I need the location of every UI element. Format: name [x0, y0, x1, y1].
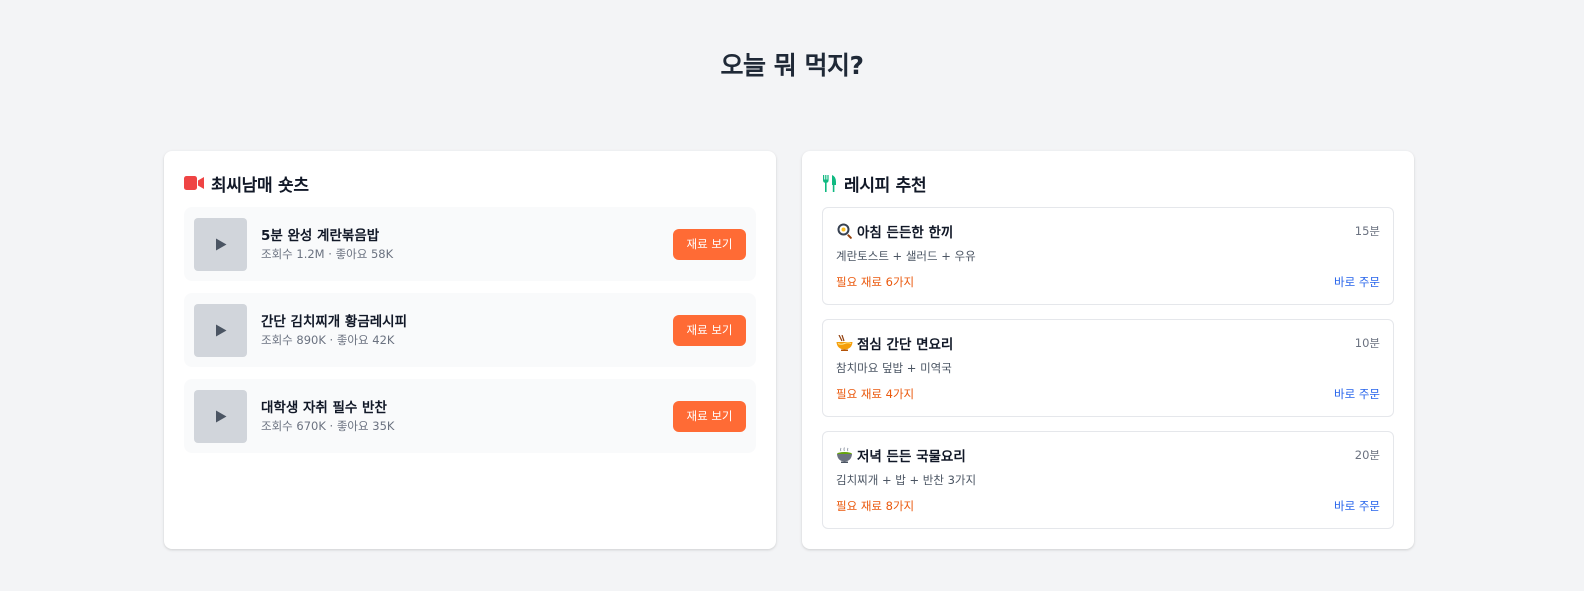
recipe-time: 15분	[1354, 224, 1380, 238]
required-ingredients: 필요 재료 8가지	[836, 499, 915, 513]
recipe-time: 20분	[1354, 448, 1380, 462]
video-thumbnail[interactable]	[194, 303, 247, 357]
video-thumbnail[interactable]	[194, 389, 247, 443]
short-item[interactable]: 5분 완성 계란볶음밥 조회수 1.2M · 좋아요 58K 재료 보기	[184, 207, 756, 281]
recipes-title: 레시피 추천	[844, 175, 927, 196]
play-icon	[215, 238, 226, 250]
recipe-name: 아침 든든한 한끼	[857, 225, 954, 241]
short-item[interactable]: 간단 김치찌개 황금레시피 조회수 890K · 좋아요 42K 재료 보기	[184, 293, 756, 367]
short-meta: 조회수 890K · 좋아요 42K	[261, 332, 395, 347]
video-thumbnail[interactable]	[194, 217, 247, 271]
noodle-bowl-icon	[836, 335, 853, 352]
frying-pan-icon	[836, 223, 853, 240]
recipe-name: 점심 간단 면요리	[857, 337, 954, 353]
recipe-combo: 참치마요 덮밥 + 미역국	[836, 361, 952, 375]
required-ingredients: 필요 재료 6가지	[836, 275, 915, 289]
recipe-combo: 김치찌개 + 밥 + 반찬 3가지	[836, 473, 977, 487]
short-title: 5분 완성 계란볶음밥	[261, 227, 380, 244]
recipe-combo: 계란토스트 + 샐러드 + 우유	[836, 249, 976, 263]
short-meta: 조회수 1.2M · 좋아요 58K	[261, 246, 394, 261]
shorts-header: 최씨남매 숏츠	[184, 172, 756, 196]
recipes-header: 레시피 추천	[822, 172, 1394, 196]
video-camera-icon	[184, 176, 204, 190]
recipes-card: 레시피 추천 아침 든든한 한끼 15분 계란토스트 + 샐러드 + 우유 필요…	[802, 151, 1414, 549]
order-now-link[interactable]: 바로 주문	[1334, 498, 1380, 514]
order-now-link[interactable]: 바로 주문	[1334, 274, 1380, 290]
short-meta: 조회수 670K · 좋아요 35K	[261, 418, 395, 433]
recipe-card[interactable]: 저녁 든든 국물요리 20분 김치찌개 + 밥 + 반찬 3가지 필요 재료 8…	[822, 431, 1394, 529]
short-title: 대학생 자취 필수 반찬	[261, 399, 387, 416]
shorts-title: 최씨남매 숏츠	[211, 175, 309, 196]
stew-pot-icon	[836, 447, 853, 464]
view-ingredients-button[interactable]: 재료 보기	[673, 228, 746, 260]
page-title: 오늘 뭐 먹지?	[720, 51, 864, 80]
recipe-card[interactable]: 아침 든든한 한끼 15분 계란토스트 + 샐러드 + 우유 필요 재료 6가지…	[822, 207, 1394, 305]
recipe-card[interactable]: 점심 간단 면요리 10분 참치마요 덮밥 + 미역국 필요 재료 4가지 바로…	[822, 319, 1394, 417]
view-ingredients-button[interactable]: 재료 보기	[673, 314, 746, 346]
fork-knife-icon	[822, 174, 837, 192]
short-item[interactable]: 대학생 자취 필수 반찬 조회수 670K · 좋아요 35K 재료 보기	[184, 379, 756, 453]
view-ingredients-button[interactable]: 재료 보기	[673, 400, 746, 432]
recipe-name: 저녁 든든 국물요리	[857, 449, 966, 465]
recipe-time: 10분	[1354, 336, 1380, 350]
required-ingredients: 필요 재료 4가지	[836, 387, 915, 401]
shorts-card: 최씨남매 숏츠 5분 완성 계란볶음밥 조회수 1.2M · 좋아요 58K 재…	[164, 151, 776, 549]
short-title: 간단 김치찌개 황금레시피	[261, 313, 408, 330]
order-now-link[interactable]: 바로 주문	[1334, 386, 1380, 402]
play-icon	[215, 324, 226, 336]
play-icon	[215, 410, 226, 422]
